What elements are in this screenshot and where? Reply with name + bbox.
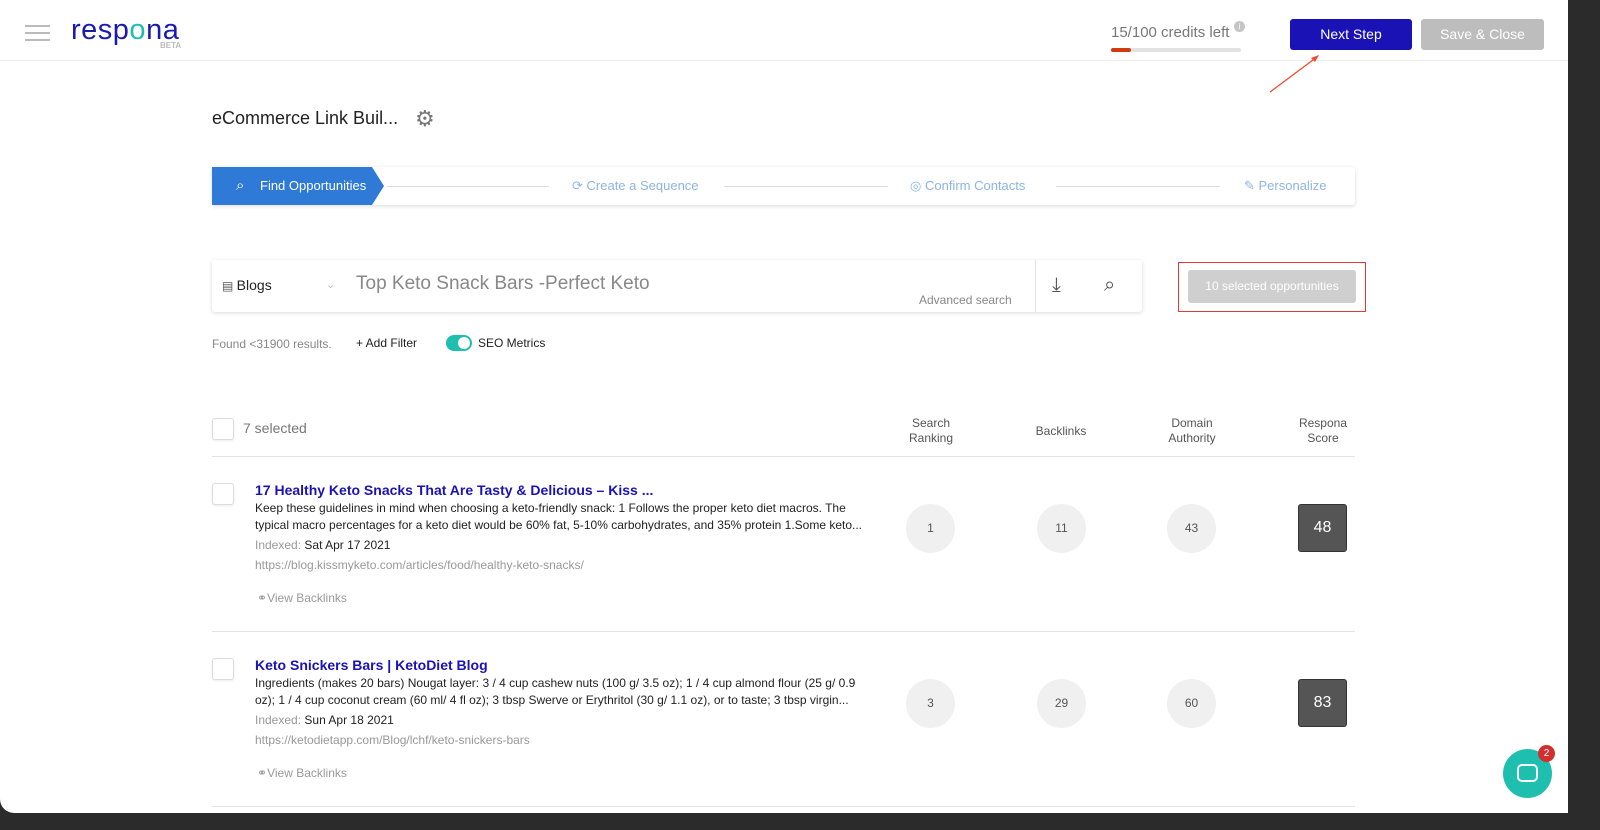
refresh-icon: ⟳: [572, 178, 587, 193]
seo-metrics-label: SEO Metrics: [478, 336, 546, 350]
advanced-search-link[interactable]: Advanced search: [919, 293, 1012, 307]
column-search-ranking: Search Ranking: [908, 416, 954, 445]
download-icon[interactable]: ⤓: [1052, 274, 1061, 297]
credits-progress: [1111, 48, 1241, 52]
respona-score-value: 83: [1298, 679, 1347, 727]
search-ranking-value: 1: [906, 504, 955, 553]
chat-icon: [1517, 764, 1538, 782]
gear-icon[interactable]: ⚙: [415, 106, 435, 132]
app-window: respona BETA 15/100 credits left i Next …: [0, 0, 1568, 813]
user-icon: ◎: [910, 178, 925, 193]
domain-authority-value: 60: [1167, 679, 1216, 728]
divider: [1035, 260, 1036, 312]
divider: [212, 456, 1355, 457]
domain-authority-value: 43: [1167, 504, 1216, 553]
divider: [724, 186, 888, 187]
backlinks-value: 11: [1037, 504, 1086, 553]
chevron-down-icon[interactable]: ⌄: [326, 278, 335, 291]
beta-label: BETA: [160, 41, 182, 50]
view-backlinks-link[interactable]: ⚭View Backlinks: [257, 591, 347, 605]
view-backlinks-link[interactable]: ⚭View Backlinks: [257, 766, 347, 780]
info-icon[interactable]: i: [1234, 21, 1245, 32]
row-checkbox[interactable]: [212, 658, 234, 680]
step-create-sequence[interactable]: ⟳ Create a Sequence: [572, 167, 699, 205]
divider: [1056, 186, 1220, 187]
select-all-checkbox[interactable]: [212, 418, 234, 440]
stepper: ⌕ Find Opportunities ⟳ Create a Sequence …: [212, 167, 1355, 205]
column-domain-authority: Domain Authority: [1168, 416, 1216, 445]
row-checkbox[interactable]: [212, 483, 234, 505]
search-bar: ▤ Blogs ⌄ Advanced search ⤓ ⌕: [212, 260, 1142, 312]
search-icon[interactable]: ⌕: [1104, 274, 1115, 297]
results-count: Found <31900 results.: [212, 337, 332, 351]
indexed-date: Indexed: Sat Apr 17 2021: [255, 538, 391, 552]
divider: [212, 806, 1355, 807]
notification-badge: 2: [1538, 745, 1555, 762]
add-filter-button[interactable]: + Add Filter: [356, 336, 417, 350]
seo-metrics-toggle[interactable]: [446, 335, 472, 351]
next-step-button[interactable]: Next Step: [1290, 19, 1412, 50]
step-personalize[interactable]: ✎ Personalize: [1244, 167, 1326, 205]
link-icon: ⚭: [257, 591, 268, 605]
step-confirm-contacts[interactable]: ◎ Confirm Contacts: [910, 167, 1025, 205]
result-url[interactable]: https://ketodietapp.com/Blog/lchf/keto-s…: [255, 733, 530, 747]
selected-count: 7 selected: [243, 420, 307, 436]
result-title-link[interactable]: Keto Snickers Bars | KetoDiet Blog: [255, 657, 488, 673]
divider: [387, 186, 549, 187]
link-icon: ⚭: [257, 766, 268, 780]
source-select[interactable]: ▤ Blogs: [222, 277, 272, 293]
search-ranking-value: 3: [906, 679, 955, 728]
campaign-title: eCommerce Link Buil...: [212, 108, 399, 128]
column-respona-score: Respona Score: [1298, 416, 1348, 445]
annotation-arrow: [1269, 55, 1319, 93]
save-close-button[interactable]: Save & Close: [1421, 19, 1544, 50]
result-title-link[interactable]: 17 Healthy Keto Snacks That Are Tasty & …: [255, 482, 653, 498]
search-icon: ⌕: [236, 177, 245, 194]
backlinks-value: 29: [1037, 679, 1086, 728]
menu-icon[interactable]: [25, 25, 50, 46]
respona-score-value: 48: [1298, 504, 1347, 552]
edit-icon: ✎: [1244, 178, 1259, 193]
top-bar: respona BETA 15/100 credits left i Next …: [0, 0, 1568, 61]
result-description: Ingredients (makes 20 bars) Nougat layer…: [255, 676, 856, 707]
step-find-opportunities[interactable]: ⌕ Find Opportunities: [212, 167, 384, 205]
divider: [212, 631, 1355, 632]
result-url[interactable]: https://blog.kissmyketo.com/articles/foo…: [255, 558, 584, 572]
selected-opportunities-button[interactable]: 10 selected opportunities: [1188, 270, 1356, 303]
result-description: Keep these guidelines in mind when choos…: [255, 501, 863, 532]
search-input[interactable]: [356, 273, 876, 295]
indexed-date: Indexed: Sun Apr 18 2021: [255, 713, 394, 727]
credits-text: 15/100 credits left: [1111, 24, 1230, 41]
blog-icon: ▤: [222, 279, 237, 293]
highlight-box: 10 selected opportunities: [1178, 262, 1366, 312]
column-backlinks: Backlinks: [1035, 424, 1087, 438]
